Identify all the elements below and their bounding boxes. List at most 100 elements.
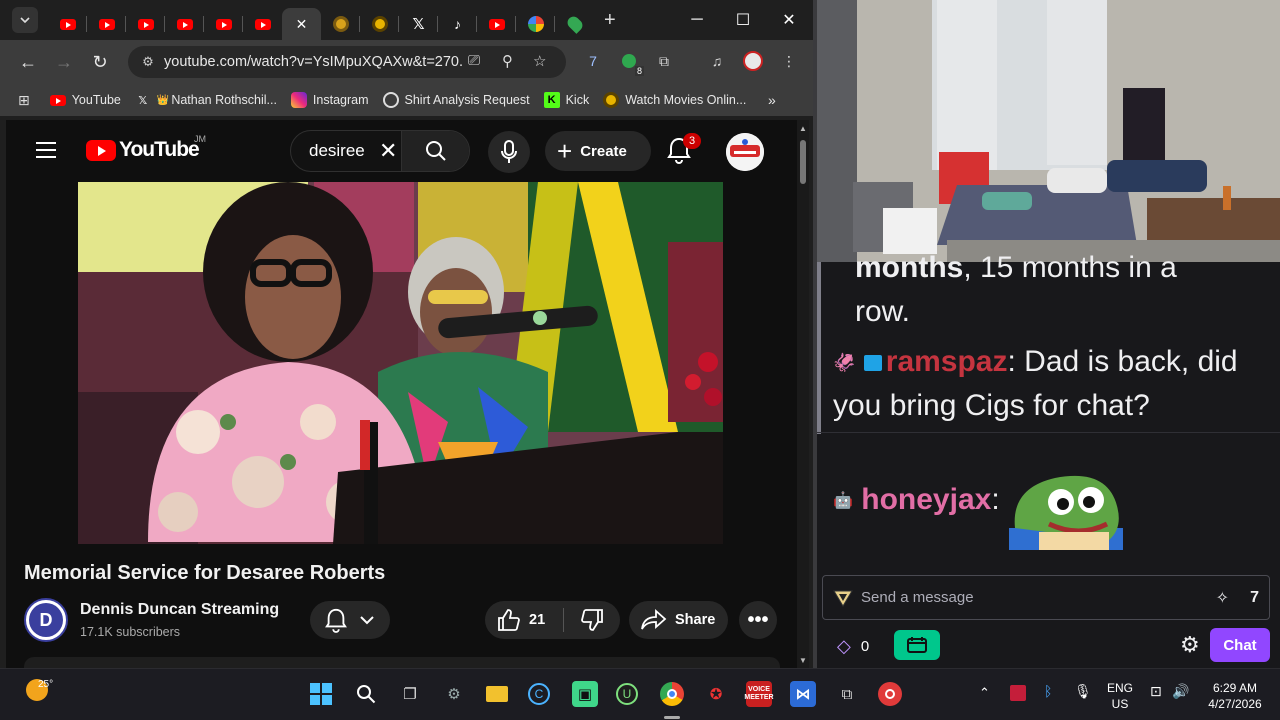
extension-icon[interactable]: 7 — [582, 50, 604, 72]
like-dislike-group: 21 — [485, 601, 620, 639]
zoom-icon[interactable]: ⚲ — [502, 52, 513, 70]
back-icon[interactable]: ← — [10, 44, 46, 80]
chat-settings-icon[interactable]: ⚙ — [1180, 632, 1200, 658]
search-button[interactable] — [401, 131, 469, 171]
install-app-icon[interactable]: ⎚ — [468, 52, 480, 69]
voicemeeter-icon[interactable]: VOICE MEETER — [744, 681, 774, 707]
clock[interactable]: 6:29 AM 4/27/2026 — [1200, 680, 1270, 712]
video-player[interactable] — [78, 182, 723, 544]
chat-send-button[interactable]: Chat — [1210, 628, 1270, 662]
bookmark-shirt-analysis[interactable]: Shirt Analysis Request — [382, 92, 530, 108]
sparkle-icon[interactable]: ✧ — [1216, 588, 1229, 608]
more-actions-button[interactable]: ••• — [739, 601, 777, 639]
chat-username[interactable]: ramspaz — [886, 345, 1008, 378]
app-blue-icon[interactable]: ⋈ — [790, 681, 816, 707]
app-icon[interactable]: ▣ — [572, 681, 598, 707]
url-text[interactable]: youtube.com/watch?v=YsIMpuXQAXw&t=270... — [164, 54, 464, 70]
notifications-button[interactable]: 3 — [666, 133, 701, 166]
menu-kebab-icon[interactable]: ⋮ — [778, 50, 800, 72]
media-control-icon[interactable]: ♫ — [706, 50, 728, 72]
tab-maps[interactable] — [555, 8, 594, 40]
tab-search-button[interactable] — [12, 7, 38, 33]
dislike-button[interactable] — [564, 608, 620, 632]
tab-active[interactable]: ✕ — [282, 8, 321, 40]
weather-widget[interactable]: 25° — [26, 679, 53, 701]
channel-points[interactable]: ◇ 0 — [837, 636, 869, 657]
bookmark-star-icon[interactable]: ☆ — [533, 52, 546, 70]
volume-icon[interactable]: 🔊 — [1172, 683, 1189, 700]
file-explorer-icon[interactable] — [484, 681, 510, 707]
tab-youtube[interactable] — [204, 8, 243, 40]
profile-avatar[interactable] — [742, 50, 764, 72]
forward-icon[interactable]: → — [46, 44, 82, 80]
channel-name[interactable]: Dennis Duncan Streaming — [80, 601, 279, 619]
browser-toolbar: ← → ↻ ⚙ youtube.com/watch?v=YsIMpuXQAXw&… — [0, 40, 813, 84]
cortana-icon[interactable]: C — [528, 683, 550, 705]
7tv-emote-icon[interactable]: 7 — [1250, 589, 1259, 607]
language-indicator[interactable]: ENG US — [1104, 680, 1136, 712]
bits-badge-icon[interactable] — [833, 589, 853, 607]
chat-input[interactable]: Send a message ✧ 7 — [822, 575, 1270, 620]
tab-google[interactable] — [516, 8, 555, 40]
tab-youtube[interactable] — [87, 8, 126, 40]
bookmark-movies[interactable]: Watch Movies Onlin... — [603, 92, 746, 108]
tab-x[interactable]: 𝕏 — [399, 8, 438, 40]
tab-youtube[interactable] — [165, 8, 204, 40]
tab-youtube[interactable] — [48, 8, 87, 40]
tab-youtube[interactable] — [477, 8, 516, 40]
tab-youtube[interactable] — [126, 8, 165, 40]
address-bar[interactable]: ⚙ youtube.com/watch?v=YsIMpuXQAXw&t=270.… — [128, 46, 566, 78]
subscription-bell-button[interactable] — [310, 601, 390, 639]
apps-grid-icon[interactable]: ⊞ — [18, 92, 30, 109]
bookmark-youtube[interactable]: YouTube — [49, 92, 121, 108]
reload-icon[interactable]: ↻ — [82, 44, 118, 80]
microphone-icon[interactable]: 🎙 — [1074, 683, 1092, 700]
extensions-puzzle-icon[interactable]: ⧉ — [653, 50, 675, 72]
task-view-icon[interactable]: ❐ — [397, 681, 423, 707]
close-tab-icon[interactable]: ✕ — [296, 16, 308, 33]
scroll-up-icon[interactable]: ▲ — [799, 124, 807, 133]
maximize-icon[interactable]: ☐ — [720, 8, 766, 32]
site-info-icon[interactable]: ⚙ — [134, 54, 162, 70]
clear-search-icon[interactable]: ✕ — [379, 138, 397, 164]
extension-green-icon[interactable]: 8 — [618, 50, 644, 76]
tab-site[interactable] — [321, 8, 360, 40]
network-icon[interactable]: ⊡ — [1150, 683, 1162, 700]
page-scrollbar[interactable]: ▲ ▼ — [797, 120, 809, 668]
chrome-icon[interactable] — [659, 681, 685, 707]
bookmark-kick[interactable]: K Kick — [543, 92, 589, 108]
search-icon[interactable] — [353, 681, 379, 707]
channel-avatar[interactable]: D — [24, 598, 68, 642]
new-tab-icon[interactable]: + — [604, 9, 616, 32]
settings-gear-icon[interactable]: ⚙ — [441, 681, 467, 707]
tab-youtube[interactable] — [243, 8, 282, 40]
bookmark-instagram[interactable]: Instagram — [290, 92, 369, 108]
tab-tiktok[interactable]: ♪ — [438, 8, 477, 40]
app-red-circle-icon[interactable] — [878, 682, 902, 706]
app-red-icon[interactable]: ✪ — [703, 681, 729, 707]
app-icon[interactable]: ⧉ — [834, 681, 860, 707]
scrollbar-thumb[interactable] — [800, 140, 806, 184]
scroll-down-icon[interactable]: ▼ — [799, 656, 807, 665]
tray-app-icon[interactable] — [1010, 685, 1026, 701]
show-hidden-icons[interactable]: ⌃ — [979, 685, 990, 701]
windows-start-icon[interactable] — [308, 681, 334, 707]
close-window-icon[interactable]: ✕ — [766, 8, 812, 32]
search-box[interactable]: desiree ✕ — [290, 130, 470, 172]
voice-search-button[interactable] — [488, 131, 530, 173]
account-avatar[interactable] — [726, 133, 764, 171]
chat-username[interactable]: honeyjax — [861, 483, 991, 516]
bookmark-nathan[interactable]: 𝕏 👑 Nathan Rothschil... — [135, 92, 277, 108]
like-button[interactable]: 21 — [485, 608, 563, 632]
share-button[interactable]: Share — [629, 601, 728, 639]
create-button[interactable]: + Create — [545, 131, 651, 171]
youtube-logo[interactable]: YouTube JM — [86, 134, 206, 162]
more-bookmarks-icon[interactable]: » — [768, 92, 776, 108]
prediction-button[interactable] — [894, 630, 940, 660]
tab-site[interactable] — [360, 8, 399, 40]
hamburger-menu-icon[interactable] — [36, 142, 56, 163]
utorrent-icon[interactable]: U — [616, 683, 638, 705]
minimize-icon[interactable]: ─ — [674, 8, 720, 32]
search-input[interactable]: desiree — [309, 141, 377, 161]
bluetooth-icon[interactable]: ᛒ — [1044, 683, 1052, 699]
